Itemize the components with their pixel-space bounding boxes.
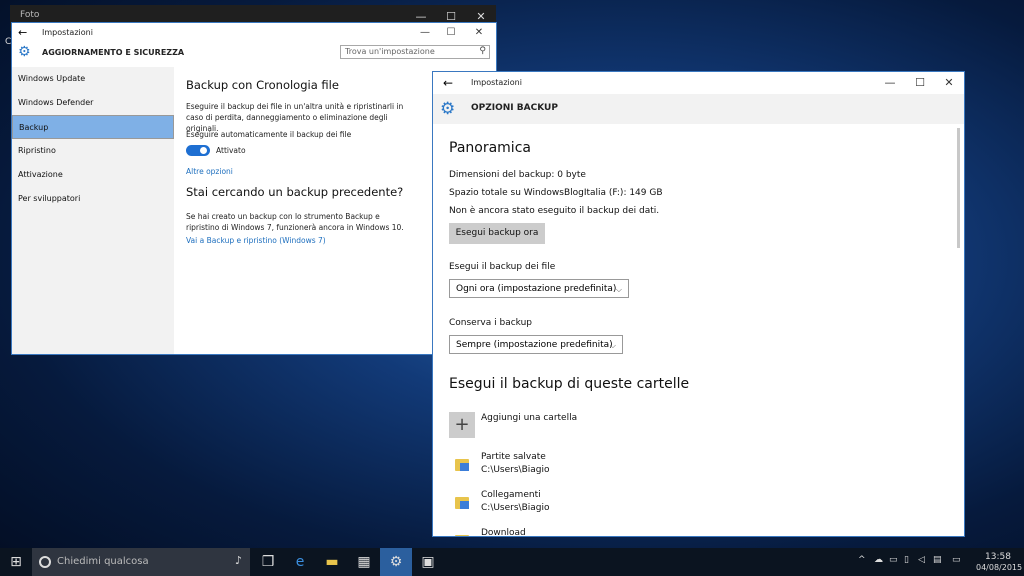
- sidebar-item-windows-update[interactable]: Windows Update: [12, 67, 174, 91]
- old-backup-heading: Stai cercando un backup precedente?: [186, 185, 404, 199]
- sidebar-item-sviluppatori[interactable]: Per sviluppatori: [12, 187, 174, 211]
- notification-icon[interactable]: ▤: [933, 555, 942, 565]
- toggle-knob: [200, 147, 207, 154]
- gear-icon: ⚙: [18, 44, 31, 60]
- folder-path: C:\Users\Biagio: [481, 465, 550, 475]
- search-input[interactable]: Trova un'impostazione ⚲: [340, 45, 490, 59]
- folder-icon: [455, 533, 471, 536]
- title-bar: ← Impostazioni — ☐ ✕: [12, 23, 496, 43]
- toggle-state: Attivato: [216, 146, 246, 155]
- chevron-down-icon: ⌵: [615, 285, 622, 294]
- title-bar: ← Impostazioni — ☐ ✕: [433, 72, 964, 94]
- clock-time[interactable]: 13:58: [985, 552, 1011, 562]
- settings-window: ← Impostazioni — ☐ ✕ ⚙ AGGIORNAMENTO E S…: [11, 22, 497, 355]
- chevron-down-icon: ⌵: [609, 341, 616, 350]
- sidebar-item-backup[interactable]: Backup: [12, 115, 174, 139]
- cortana-search[interactable]: Chiedimi qualcosa ♪: [32, 548, 250, 576]
- window-title: Impostazioni: [471, 78, 522, 87]
- taskbar: ⊞ Chiedimi qualcosa ♪ ❒ e ▬ ▦ ⚙ ▣ ^ ☁ ▭ …: [0, 548, 1024, 576]
- maximize-button[interactable]: ☐: [440, 25, 462, 41]
- scrollbar[interactable]: [954, 124, 964, 536]
- frequency-label: Esegui il backup dei file: [449, 262, 556, 272]
- chevron-up-icon[interactable]: ^: [858, 555, 866, 565]
- add-folder-label[interactable]: Aggiungi una cartella: [481, 413, 577, 423]
- photos-icon[interactable]: ▣: [412, 548, 444, 576]
- folder-path: C:\Users\Biagio: [481, 503, 550, 513]
- minimize-button[interactable]: —: [876, 75, 904, 91]
- volume-icon[interactable]: ◁: [918, 555, 925, 565]
- folder-name[interactable]: Partite salvate: [481, 452, 546, 462]
- backup-now-button[interactable]: Esegui backup ora: [449, 223, 545, 244]
- foto-title: Foto: [20, 10, 40, 20]
- sidebar-item-attivazione[interactable]: Attivazione: [12, 163, 174, 187]
- maximize-button[interactable]: ☐: [906, 75, 934, 91]
- old-backup-description: Se hai creato un backup con lo strumento…: [186, 212, 404, 232]
- microphone-icon[interactable]: ♪: [235, 554, 242, 567]
- overview-title: Panoramica: [449, 140, 531, 156]
- auto-backup-toggle[interactable]: [186, 145, 210, 156]
- sidebar-item-windows-defender[interactable]: Windows Defender: [12, 91, 174, 115]
- back-arrow-icon[interactable]: ←: [443, 76, 453, 90]
- keep-value: Sempre (impostazione predefinita): [456, 340, 613, 350]
- keep-label: Conserva i backup: [449, 318, 533, 328]
- close-button[interactable]: ✕: [468, 25, 490, 41]
- clock-date[interactable]: 04/08/2015: [976, 563, 1022, 572]
- cortana-placeholder: Chiedimi qualcosa: [57, 556, 149, 567]
- folder-icon: [455, 457, 471, 471]
- gear-icon: ⚙: [440, 99, 456, 119]
- close-button[interactable]: ✕: [935, 75, 963, 91]
- backup-status: Non è ancora stato eseguito il backup de…: [449, 206, 660, 216]
- search-icon[interactable]: ⚲: [479, 46, 486, 56]
- minimize-button[interactable]: —: [414, 25, 436, 41]
- auto-backup-label: Eseguire automaticamente il backup dei f…: [186, 130, 352, 139]
- keyboard-icon[interactable]: ▭: [952, 555, 961, 565]
- network-icon[interactable]: ▭: [889, 555, 898, 565]
- edge-icon[interactable]: e: [284, 548, 316, 576]
- window-title: Impostazioni: [42, 28, 93, 37]
- file-explorer-icon[interactable]: ▬: [316, 548, 348, 576]
- total-space: Spazio totale su WindowsBlogItalia (F:):…: [449, 188, 663, 198]
- cortana-icon: [39, 556, 51, 568]
- task-view-icon[interactable]: ❒: [252, 548, 284, 576]
- store-icon[interactable]: ▦: [348, 548, 380, 576]
- folder-name[interactable]: Collegamenti: [481, 490, 541, 500]
- frequency-dropdown[interactable]: Ogni ora (impostazione predefinita) ⌵: [449, 279, 629, 298]
- folder-name[interactable]: Download: [481, 528, 526, 536]
- search-placeholder: Trova un'impostazione: [345, 47, 435, 56]
- folders-title: Esegui il backup di queste cartelle: [449, 376, 690, 392]
- sidebar: Windows Update Windows Defender Backup R…: [12, 67, 174, 354]
- options-header: ⚙ OPZIONI BACKUP: [433, 94, 964, 124]
- settings-taskbar-icon[interactable]: ⚙: [380, 548, 412, 576]
- backup-restore-link[interactable]: Vai a Backup e ripristino (Windows 7): [186, 236, 326, 245]
- scrollbar-thumb[interactable]: [957, 128, 960, 248]
- sidebar-item-ripristino[interactable]: Ripristino: [12, 139, 174, 163]
- add-folder-button[interactable]: +: [449, 412, 475, 438]
- keep-dropdown[interactable]: Sempre (impostazione predefinita) ⌵: [449, 335, 623, 354]
- backup-options-window: ← Impostazioni — ☐ ✕ ⚙ OPZIONI BACKUP Pa…: [432, 71, 965, 537]
- folder-icon: [455, 495, 471, 509]
- backup-heading: Backup con Cronologia file: [186, 78, 339, 92]
- section-title: AGGIORNAMENTO E SICUREZZA: [42, 48, 185, 57]
- options-title: OPZIONI BACKUP: [471, 103, 558, 113]
- back-arrow-icon[interactable]: ←: [18, 26, 27, 39]
- frequency-value: Ogni ora (impostazione predefinita): [456, 284, 617, 294]
- windows-start-icon[interactable]: ⊞: [0, 548, 32, 576]
- power-icon[interactable]: ▯: [904, 555, 909, 565]
- more-options-link[interactable]: Altre opzioni: [186, 167, 233, 176]
- backup-size: Dimensioni del backup: 0 byte: [449, 170, 586, 180]
- onedrive-icon[interactable]: ☁: [874, 555, 883, 565]
